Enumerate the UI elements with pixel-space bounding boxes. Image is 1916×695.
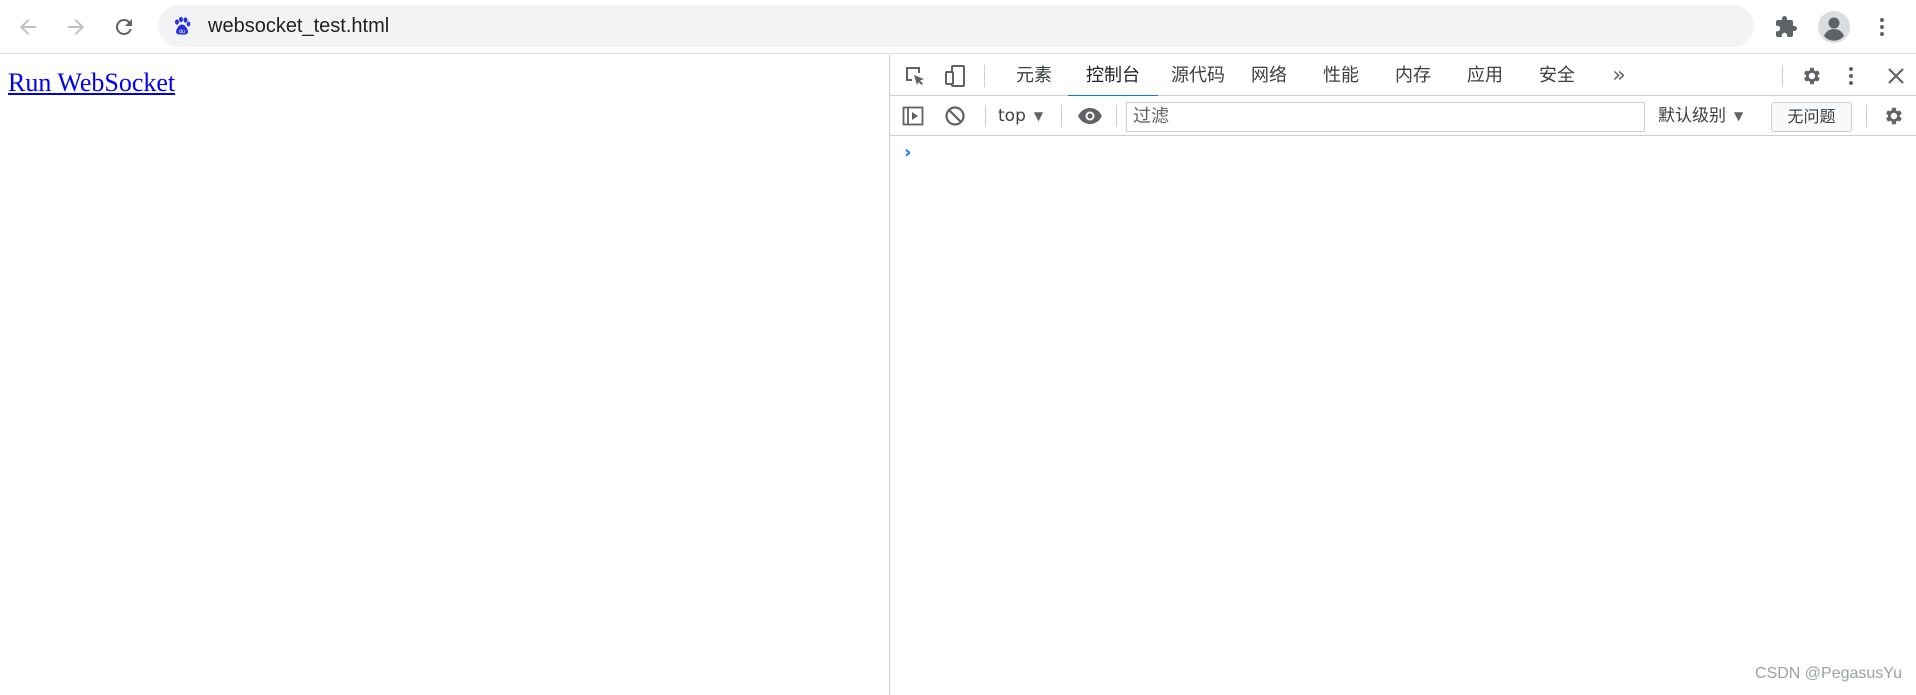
close-devtools-button[interactable] (1883, 63, 1909, 89)
tab-security[interactable]: 安全 (1530, 55, 1584, 96)
kebab-menu-icon (1880, 18, 1884, 36)
arrow-right-icon (68, 19, 84, 35)
tab-memory[interactable]: 内存 (1386, 55, 1440, 96)
clear-console-button[interactable] (942, 103, 968, 129)
tab-network[interactable]: 网络 (1242, 55, 1296, 96)
toolbar-divider (985, 105, 986, 127)
level-value: 默认级别 (1658, 106, 1726, 126)
issues-button[interactable]: 无问题 (1771, 102, 1852, 132)
filter-input[interactable]: 过滤 (1126, 102, 1645, 132)
gear-icon (1804, 67, 1820, 85)
inspect-element-button[interactable] (902, 63, 928, 89)
address-bar[interactable]: du websocket_test.html (158, 5, 1754, 47)
browser-menu-button[interactable] (1864, 9, 1900, 45)
inspect-cursor-icon (906, 67, 924, 85)
tab-console[interactable]: 控制台 (1068, 55, 1158, 97)
devtools-menu-button[interactable] (1841, 63, 1861, 89)
dropdown-arrow-icon: ▼ (1033, 109, 1044, 123)
device-mode-icon (945, 65, 965, 87)
close-icon (1888, 68, 1904, 84)
back-button[interactable] (10, 9, 46, 45)
toolbar-divider (1116, 105, 1117, 127)
more-tabs-button[interactable]: » (1604, 55, 1634, 96)
avatar-icon (1818, 11, 1850, 43)
tab-elements[interactable]: 元素 (1004, 55, 1064, 96)
devtools-tabbar: 元素 控制台 源代码 网络 性能 内存 应用 安全 » (890, 55, 1916, 97)
extensions-button[interactable] (1768, 9, 1804, 45)
console-output[interactable]: › (890, 137, 1916, 695)
svg-text:du: du (179, 29, 185, 35)
tab-performance[interactable]: 性能 (1314, 55, 1368, 96)
dropdown-arrow-icon: ▼ (1734, 109, 1744, 123)
forward-button[interactable] (58, 9, 94, 45)
console-sidebar-button[interactable] (900, 103, 926, 129)
console-settings-button[interactable] (1880, 103, 1906, 129)
gear-icon (1886, 107, 1902, 125)
live-expression-button[interactable] (1075, 103, 1105, 129)
context-value: top (998, 106, 1026, 126)
log-level-select[interactable]: 默认级别 ▼ (1658, 102, 1743, 130)
reload-icon (115, 18, 132, 35)
devtools-panel: 元素 控制台 源代码 网络 性能 内存 应用 安全 » top ▼ 过滤 默认级… (889, 55, 1916, 695)
eye-icon (1078, 108, 1102, 124)
device-toolbar-button[interactable] (942, 63, 968, 89)
puzzle-icon (1776, 16, 1797, 37)
url-text[interactable]: websocket_test.html (208, 5, 389, 47)
toolbar-divider (1061, 105, 1062, 127)
block-icon (945, 106, 965, 126)
toolbar-divider (984, 65, 985, 87)
kebab-menu-icon (1849, 67, 1853, 85)
arrow-left-icon (20, 19, 36, 35)
console-toolbar: top ▼ 过滤 默认级别 ▼ 无问题 (890, 96, 1916, 136)
tab-sources[interactable]: 源代码 (1164, 55, 1232, 96)
js-context-select[interactable]: top ▼ (998, 102, 1043, 130)
tab-application[interactable]: 应用 (1458, 55, 1512, 96)
run-websocket-link[interactable]: Run WebSocket (8, 68, 175, 98)
console-prompt-chevron-icon: › (904, 142, 912, 163)
profile-button[interactable] (1816, 9, 1852, 45)
watermark: CSDN @PegasusYu (1755, 665, 1902, 682)
browser-toolbar: du websocket_test.html (0, 0, 1916, 54)
devtools-settings-button[interactable] (1798, 63, 1824, 89)
reload-button[interactable] (106, 9, 142, 45)
toolbar-divider (1866, 105, 1867, 127)
page-viewport: Run WebSocket (0, 55, 889, 695)
toolbar-divider (1782, 65, 1783, 87)
baidu-paw-icon: du (175, 16, 191, 35)
sidebar-toggle-icon (902, 106, 924, 126)
